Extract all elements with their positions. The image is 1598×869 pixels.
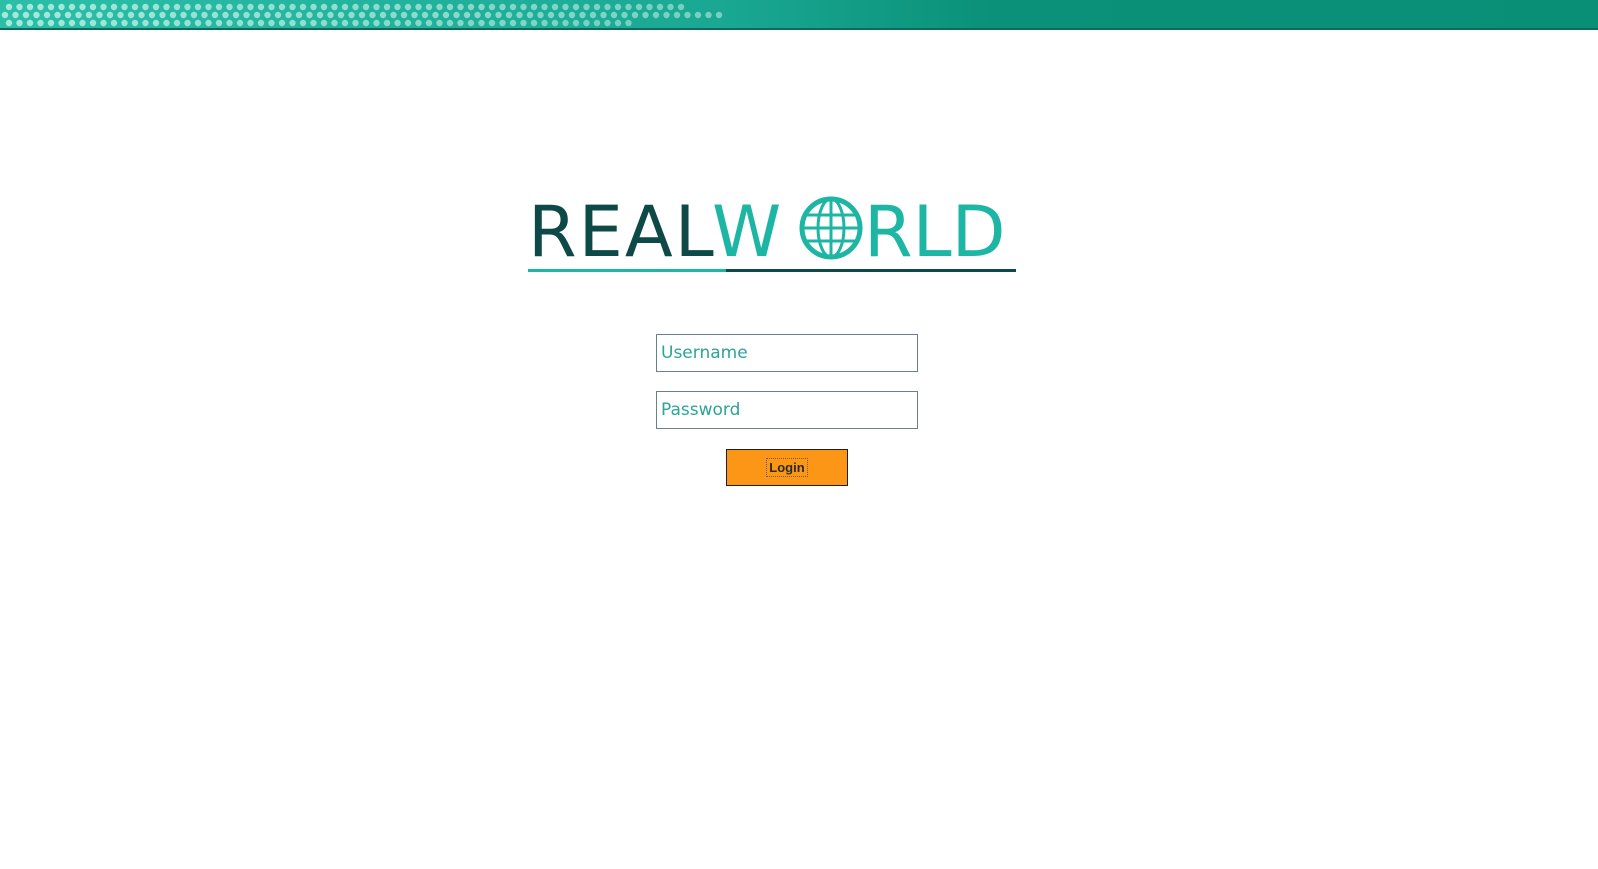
- login-button-label: Login: [766, 458, 808, 477]
- logo-text-w: W: [712, 192, 781, 273]
- login-button[interactable]: Login: [726, 449, 848, 486]
- globe-icon: [799, 196, 863, 260]
- realworld-logo: REAL W RLD: [528, 192, 1018, 276]
- logo-underline-light: [528, 269, 726, 272]
- header-band: [0, 0, 1598, 30]
- dot-pattern: [1, 3, 723, 27]
- logo-text-dark: REAL: [528, 192, 716, 273]
- logo-text-rld: RLD: [864, 192, 1006, 273]
- username-input[interactable]: [656, 334, 918, 372]
- password-input[interactable]: [656, 391, 918, 429]
- logo-underline-dark: [726, 269, 1016, 272]
